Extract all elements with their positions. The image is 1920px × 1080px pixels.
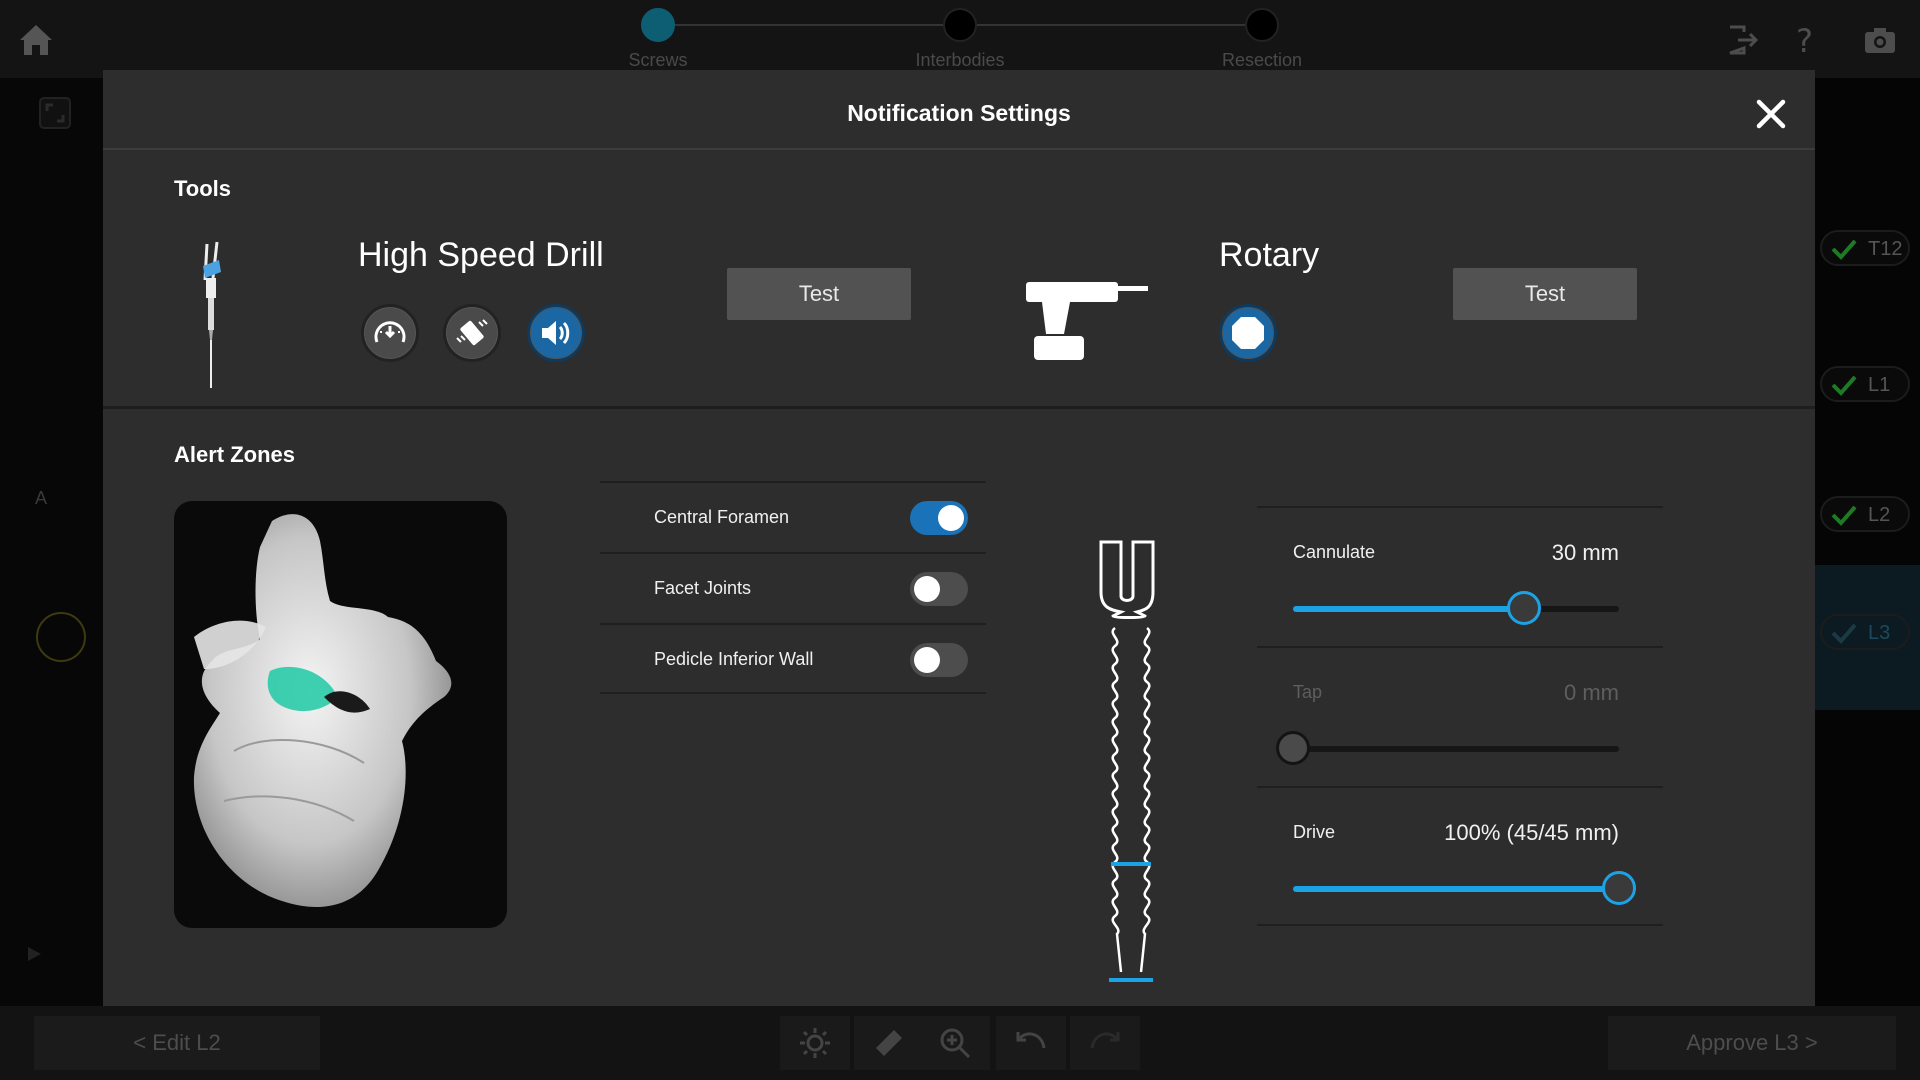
level-chip-t12[interactable]: T12 [1820, 230, 1910, 266]
check-icon [1831, 239, 1857, 260]
level-chip-l3[interactable]: L3 [1820, 614, 1910, 650]
slider-fill [1293, 886, 1619, 892]
drive-slider-panel: Drive 100% (45/45 mm) [1257, 786, 1663, 926]
high-speed-drill-icon [203, 241, 221, 388]
step-label-interbodies[interactable]: Interbodies [860, 50, 1060, 71]
help-icon[interactable]: ? [1786, 22, 1822, 58]
camera-icon[interactable] [1862, 22, 1898, 58]
level-label: L3 [1868, 622, 1891, 644]
zoom-tool[interactable] [920, 1016, 990, 1070]
drive-slider-track[interactable] [1293, 871, 1636, 905]
home-icon[interactable] [16, 20, 56, 60]
drive-slider-thumb[interactable] [1602, 871, 1636, 905]
slider-label: Tap [1293, 682, 1323, 702]
orientation-marker: A [35, 488, 48, 508]
stop-octagon-icon [1232, 317, 1264, 349]
rotary-stop-button[interactable] [1219, 304, 1277, 362]
notification-settings-modal: Notification Settings Tools High Speed D… [103, 70, 1815, 1006]
svg-text:?: ? [1796, 22, 1813, 58]
level-label: T12 [1868, 238, 1903, 260]
redo-tool[interactable] [1070, 1016, 1140, 1070]
modal-header: Notification Settings [103, 70, 1815, 150]
slider-value: 100% (45/45 mm) [1444, 820, 1619, 845]
speedometer-icon [374, 321, 406, 343]
check-icon [1831, 505, 1857, 526]
speaker-icon [542, 321, 570, 345]
undo-icon [1016, 1032, 1046, 1049]
tap-slider-panel: Tap 0 mm [1257, 646, 1663, 786]
vertebra-3d-render [193, 514, 452, 908]
tap-slider-thumb[interactable] [1276, 731, 1310, 765]
zone-row-facet-joints: Facet Joints [600, 552, 986, 623]
pedicle-screw-diagram [1099, 540, 1155, 982]
slider-fill [1293, 606, 1525, 612]
ruler-icon [876, 1030, 902, 1056]
left-viewport: A [0, 78, 103, 1006]
undo-tool[interactable] [996, 1016, 1066, 1070]
step-dot-resection[interactable] [1245, 8, 1279, 42]
facet-joints-toggle[interactable] [910, 572, 968, 606]
vertebra-preview [174, 501, 507, 928]
tool-name-rotary: Rotary [1219, 236, 1320, 274]
zone-row-central-foramen: Central Foramen [600, 481, 986, 552]
speed-alert-button[interactable] [361, 304, 419, 362]
step-dot-interbodies[interactable] [943, 8, 977, 42]
zone-label: Central Foramen [654, 507, 790, 527]
play-icon[interactable] [24, 944, 44, 964]
level-label: L2 [1868, 504, 1891, 526]
step-dot-screws[interactable] [641, 8, 675, 42]
step-label-screws[interactable]: Screws [558, 50, 758, 71]
alert-zones-section-title: Alert Zones [174, 442, 296, 467]
ruler-tool[interactable] [854, 1016, 924, 1070]
central-foramen-toggle[interactable] [910, 501, 968, 535]
zone-label: Facet Joints [654, 578, 752, 598]
top-bar: Screws Interbodies Resection ? [0, 0, 1920, 78]
rotary-test-button[interactable]: Test [1453, 268, 1637, 320]
redo-icon [1090, 1032, 1120, 1049]
brightness-tool[interactable] [780, 1016, 850, 1070]
rotary-tool-icon [1026, 282, 1148, 360]
level-label: L1 [1868, 374, 1891, 396]
vibration-alert-button[interactable] [443, 304, 501, 362]
brightness-icon [800, 1028, 830, 1058]
sound-alert-button[interactable] [527, 304, 585, 362]
level-chip-l1[interactable]: L1 [1820, 366, 1910, 402]
zone-row-pedicle-inferior-wall: Pedicle Inferior Wall [600, 623, 986, 694]
edit-previous-button[interactable]: < Edit L2 [34, 1016, 320, 1070]
right-level-panel [1815, 78, 1920, 1006]
pedicle-inferior-wall-toggle[interactable] [910, 643, 968, 677]
cannulate-slider-track[interactable] [1293, 591, 1619, 625]
zoom-in-icon [940, 1028, 971, 1059]
tap-slider-track[interactable] [1276, 731, 1619, 765]
slider-label: Drive [1293, 822, 1336, 842]
tools-section-title: Tools [174, 176, 232, 201]
slider-label: Cannulate [1293, 542, 1376, 562]
close-icon[interactable] [1751, 94, 1791, 134]
cannulate-slider-panel: Cannulate 30 mm [1257, 506, 1663, 646]
zone-label: Pedicle Inferior Wall [654, 649, 814, 669]
vibration-icon [456, 319, 488, 346]
check-icon [1831, 375, 1857, 396]
check-icon [1831, 623, 1857, 644]
exit-icon[interactable] [1724, 22, 1760, 58]
approve-next-button[interactable]: Approve L3 > [1608, 1016, 1896, 1070]
slider-value: 0 mm [1564, 680, 1619, 705]
tool-name-high-speed-drill: High Speed Drill [358, 236, 604, 274]
step-label-resection[interactable]: Resection [1162, 50, 1362, 71]
level-chip-l2[interactable]: L2 [1820, 496, 1910, 532]
cannulate-slider-thumb[interactable] [1507, 591, 1542, 625]
target-ring[interactable] [36, 612, 86, 662]
expand-icon[interactable] [38, 96, 72, 130]
drill-test-button[interactable]: Test [727, 268, 911, 320]
slider-value: 30 mm [1551, 540, 1619, 565]
modal-title: Notification Settings [847, 100, 1071, 126]
section-divider [103, 406, 1815, 409]
